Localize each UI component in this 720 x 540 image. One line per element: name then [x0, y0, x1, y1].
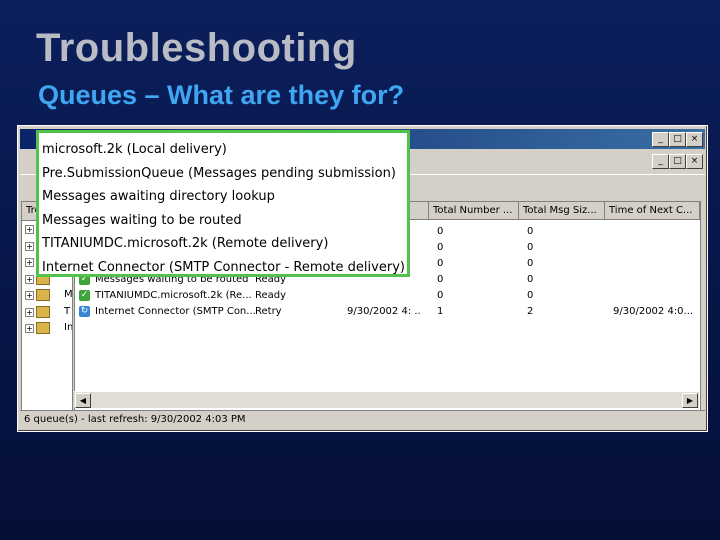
cell-total-size: 0 — [527, 258, 534, 269]
column-header-total-size[interactable]: Total Msg Siz... — [519, 202, 605, 220]
expand-icon[interactable]: + — [25, 225, 34, 234]
maximize-button[interactable]: □ — [669, 132, 686, 147]
folder-icon — [36, 322, 50, 334]
slide-title: Troubleshooting — [36, 26, 357, 70]
expand-icon[interactable]: + — [25, 291, 34, 300]
tree-row[interactable]: + T — [22, 304, 72, 321]
cell-state: Ready — [255, 290, 287, 301]
tree-row-label: In — [64, 322, 73, 333]
status-bar: 6 queue(s) - last refresh: 9/30/2002 4:0… — [20, 410, 705, 429]
cell-total-number: 0 — [437, 290, 444, 301]
cell-total-size: 0 — [527, 290, 534, 301]
cell-queue-name: Internet Connector (SMTP Con... — [95, 306, 256, 317]
callout-item: TITANIUMDC.microsoft.2k (Remote delivery… — [42, 236, 329, 251]
folder-icon — [36, 289, 50, 301]
callout-item: Messages waiting to be routed — [42, 212, 242, 228]
table-row[interactable]: ↻ Internet Connector (SMTP Con... Retry … — [75, 304, 700, 320]
cell-next-time: 9/30/2002 4:0... — [613, 306, 694, 317]
expand-icon[interactable]: + — [25, 274, 34, 284]
expand-icon[interactable]: + — [25, 258, 34, 267]
queue-retry-icon: ↻ — [79, 306, 90, 317]
cell-queue-name: TITANIUMDC.microsoft.2k (Re... — [95, 290, 252, 301]
scroll-right-icon[interactable]: ▶ — [682, 393, 698, 408]
expand-icon[interactable]: + — [25, 324, 34, 333]
queue-description-callout: microsoft.2k (Local delivery) Pre.Submis… — [36, 130, 410, 277]
tree-row[interactable]: + M — [22, 287, 72, 304]
expand-icon[interactable]: + — [25, 241, 34, 251]
child-restore-button[interactable]: □ — [669, 154, 686, 169]
expand-icon[interactable]: + — [25, 307, 34, 317]
callout-item: Internet Connector (SMTP Connector - Rem… — [42, 259, 405, 275]
cell-total-number: 0 — [437, 226, 444, 237]
cell-total-number: 0 — [437, 242, 444, 253]
queue-ok-icon: ✓ — [79, 290, 90, 301]
horizontal-scrollbar[interactable]: ◀ ▶ — [74, 391, 699, 408]
cell-total-number: 0 — [437, 274, 444, 285]
tree-row-label: T — [64, 305, 71, 317]
cell-total-number: 0 — [437, 258, 444, 269]
cell-state: Retry — [255, 306, 282, 317]
tree-row-label: M — [64, 289, 73, 300]
child-minimize-button[interactable]: _ — [652, 154, 669, 169]
tree-row[interactable]: + In — [22, 320, 72, 337]
callout-item: Pre.SubmissionQueue (Messages pending su… — [42, 165, 396, 181]
minimize-button[interactable]: _ — [652, 132, 669, 147]
child-close-button[interactable]: × — [686, 154, 703, 169]
cell-total-size: 0 — [527, 242, 534, 253]
folder-icon — [36, 305, 50, 318]
slide-subtitle: Queues – What are they for? — [38, 80, 405, 110]
column-header-next-time[interactable]: Time of Next C... — [605, 202, 700, 220]
cell-total-size: 0 — [527, 226, 534, 237]
table-row[interactable]: ✓ TITANIUMDC.microsoft.2k (Re... Ready 0… — [75, 288, 700, 304]
cell-total-size: 2 — [527, 306, 534, 317]
callout-item: microsoft.2k (Local delivery) — [42, 142, 227, 157]
scroll-left-icon[interactable]: ◀ — [75, 393, 91, 408]
column-header-total-number[interactable]: Total Number ... — [429, 202, 519, 220]
cell-total-number: 1 — [437, 306, 444, 317]
callout-item: Messages awaiting directory lookup — [42, 189, 275, 204]
cell-total-size: 0 — [527, 274, 534, 285]
close-button[interactable]: × — [686, 132, 703, 147]
cell-submit-time: 9/30/2002 4: .. — [347, 306, 421, 317]
